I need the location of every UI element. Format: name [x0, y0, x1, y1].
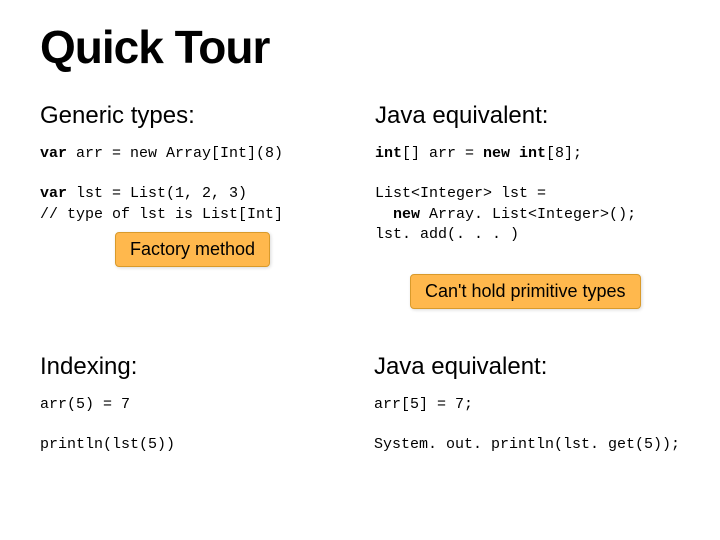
left-heading-2: Indexing: — [40, 353, 344, 381]
code-text: arr = new Array[Int](8) — [67, 145, 283, 162]
code-text: [8]; — [546, 145, 582, 162]
right-heading-2: Java equivalent: — [374, 353, 680, 381]
left-code-3: arr(5) = 7 — [40, 395, 344, 415]
keyword-new-int: new int — [483, 145, 546, 162]
keyword-var: var — [40, 185, 67, 202]
left-heading-1: Generic types: — [40, 102, 345, 130]
right-code-3: arr[5] = 7; — [374, 395, 680, 415]
code-text: lst = List(1, 2, 3) // type of lst is Li… — [40, 185, 283, 222]
bottom-columns: Indexing: arr(5) = 7 println(lst(5)) Jav… — [40, 353, 680, 476]
left-code-2: var lst = List(1, 2, 3) // type of lst i… — [40, 184, 345, 225]
right-heading-1: Java equivalent: — [375, 102, 680, 130]
code-text: [] arr = — [402, 145, 483, 162]
right-column: Java equivalent: int[] arr = new int[8];… — [375, 102, 680, 265]
right-code-2: List<Integer> lst = new Array. List<Inte… — [375, 184, 680, 245]
callout-primitive-types: Can't hold primitive types — [410, 274, 641, 309]
slide-title: Quick Tour — [40, 20, 680, 74]
left-code-1: var arr = new Array[Int](8) — [40, 144, 345, 164]
keyword-new: new — [393, 206, 420, 223]
keyword-var: var — [40, 145, 67, 162]
right-code-1: int[] arr = new int[8]; — [375, 144, 680, 164]
left-column-2: Indexing: arr(5) = 7 println(lst(5)) — [40, 353, 344, 476]
left-code-4: println(lst(5)) — [40, 435, 344, 455]
right-code-4: System. out. println(lst. get(5)); — [374, 435, 680, 455]
right-column-2: Java equivalent: arr[5] = 7; System. out… — [374, 353, 680, 476]
keyword-int: int — [375, 145, 402, 162]
callout-factory-method: Factory method — [115, 232, 270, 267]
top-columns: Generic types: var arr = new Array[Int](… — [40, 102, 680, 265]
